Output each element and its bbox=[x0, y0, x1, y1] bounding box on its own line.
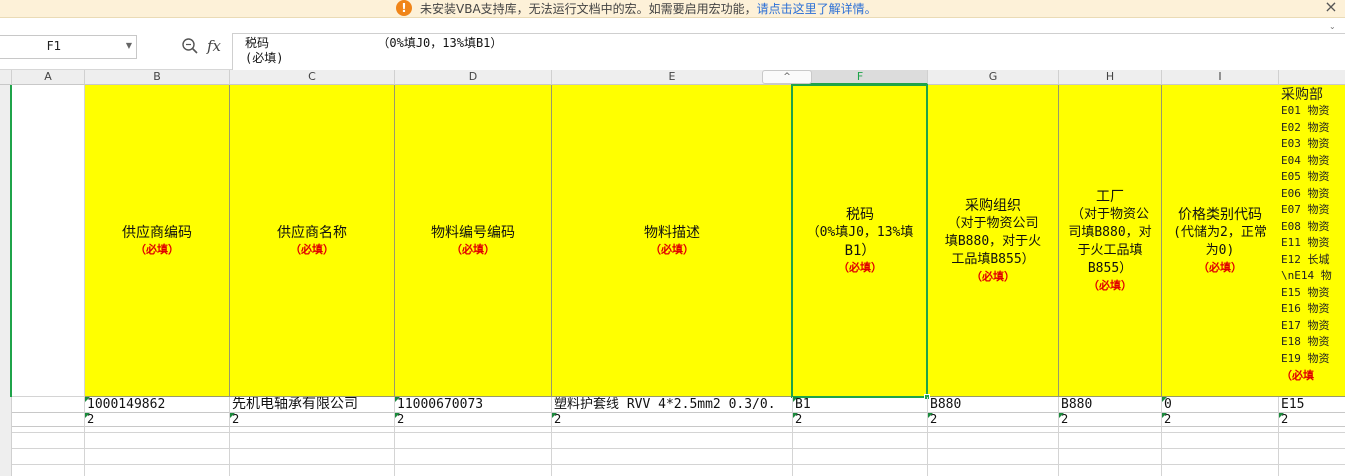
cell-b1[interactable]: 供应商编码 （必填） bbox=[85, 85, 230, 397]
cell-a2[interactable] bbox=[12, 397, 85, 413]
cell-a1[interactable] bbox=[12, 85, 85, 397]
grid-line bbox=[1161, 427, 1162, 476]
cell-g3[interactable]: 2 bbox=[928, 413, 1059, 427]
cell-c1[interactable]: 供应商名称 （必填） bbox=[230, 85, 395, 397]
purchase-dept-item: E02 物资 bbox=[1281, 120, 1330, 134]
grid-line bbox=[229, 427, 230, 476]
purchase-dept-item: E05 物资 bbox=[1281, 170, 1330, 183]
warning-icon: ! bbox=[396, 0, 412, 16]
cell-g1[interactable]: 采购组织 （对于物资公司 填B880，对于火 工品填B855） （必填） bbox=[928, 85, 1059, 397]
cell-g2[interactable]: B880 bbox=[928, 397, 1059, 413]
active-cell-selection bbox=[791, 84, 928, 398]
grid-line bbox=[1278, 427, 1279, 476]
function-icon[interactable]: fx bbox=[207, 37, 221, 55]
name-box[interactable]: F1 ▼ bbox=[0, 35, 137, 59]
col-header-h[interactable]: H bbox=[1059, 70, 1162, 85]
purchase-dept-item: E18 物资 bbox=[1281, 335, 1330, 348]
col-header-j[interactable] bbox=[1279, 70, 1345, 85]
cell-h1[interactable]: 工厂 （对于物资公 司填B880，对 于火工品填 B855） （必填） bbox=[1059, 85, 1162, 397]
purchase-dept-item: E17 物资 bbox=[1281, 318, 1330, 332]
purchase-dept-item: E16 物资 bbox=[1281, 302, 1330, 315]
cell-c3[interactable]: 2 bbox=[230, 413, 395, 427]
warning-message: 未安装VBA支持库，无法运行文档中的宏。如需要启用宏功能，请点击这里了解详情。 bbox=[420, 2, 877, 16]
collapse-columns-button[interactable]: ^ bbox=[762, 70, 812, 84]
cell-h2[interactable]: B880 bbox=[1059, 397, 1162, 413]
cell-j2[interactable]: E15 bbox=[1279, 397, 1345, 413]
cell-h3[interactable]: 2 bbox=[1059, 413, 1162, 427]
purchase-dept-item: E04 物资 bbox=[1281, 153, 1330, 167]
cell-j3[interactable]: 2 bbox=[1279, 413, 1345, 427]
purchase-dept-item: E15 物资 bbox=[1281, 285, 1330, 299]
zoom-icon[interactable] bbox=[181, 37, 199, 55]
cell-i2[interactable]: 0 bbox=[1162, 397, 1279, 413]
cell-a3[interactable] bbox=[12, 413, 85, 427]
macro-help-link[interactable]: 请点击这里了解详情。 bbox=[757, 2, 877, 16]
col-header-a[interactable]: A bbox=[12, 70, 85, 85]
purchase-dept-item: E07 物资 bbox=[1281, 203, 1330, 216]
purchase-dept-item: E19 物资 bbox=[1281, 351, 1330, 365]
grid-line bbox=[394, 427, 395, 476]
grid-line bbox=[927, 427, 928, 476]
grid-line bbox=[792, 427, 793, 476]
purchase-dept-item: E11 物资 bbox=[1281, 236, 1330, 249]
purchase-dept-list: E01 物资 E02 物资 E03 物资 E04 物资 E05 物资 E06 物资 E07 … bbox=[1281, 103, 1345, 367]
purchase-dept-item: E06 物资 bbox=[1281, 186, 1330, 200]
cell-i3[interactable]: 2 bbox=[1162, 413, 1279, 427]
chevron-down-icon[interactable]: ▼ bbox=[126, 36, 132, 56]
select-all-corner[interactable] bbox=[0, 70, 12, 85]
expand-formula-icon[interactable]: ⌄ bbox=[1329, 22, 1336, 31]
purchase-dept-item: E03 物资 bbox=[1281, 137, 1330, 150]
col-header-b[interactable]: B bbox=[85, 70, 230, 85]
col-header-e[interactable]: E bbox=[552, 70, 793, 85]
cell-c2[interactable]: 先机电轴承有限公司 bbox=[230, 397, 395, 413]
formula-input[interactable]: 税码 （0%填J0，13%填B1） (必填) bbox=[232, 33, 1345, 74]
cell-i1[interactable]: 价格类别代码 (代储为2，正常 为0) （必填） bbox=[1162, 85, 1279, 397]
cell-e3[interactable]: 2 bbox=[552, 413, 793, 427]
close-icon[interactable]: × bbox=[1323, 0, 1339, 15]
cell-e1[interactable]: 物料描述 （必填） bbox=[552, 85, 793, 397]
cell-b2[interactable]: 1000149862 bbox=[85, 397, 230, 413]
purchase-dept-item: \nE14 物 bbox=[1281, 269, 1332, 282]
grid-line bbox=[12, 432, 1345, 433]
col-header-c[interactable]: C bbox=[230, 70, 395, 85]
col-header-d[interactable]: D bbox=[395, 70, 552, 85]
cell-d3[interactable]: 2 bbox=[395, 413, 552, 427]
col-header-f[interactable]: F bbox=[793, 70, 928, 85]
cell-e2[interactable]: 塑料护套线 RVV 4*2.5mm2 0.3/0. bbox=[552, 397, 793, 413]
purchase-dept-item: E08 物资 bbox=[1281, 219, 1330, 233]
cell-j1[interactable]: 采购部 E01 物资 E02 物资 E03 物资 E04 物资 E05 物资 E06 物资… bbox=[1278, 85, 1345, 397]
cell-d1[interactable]: 物料编号编码 （必填） bbox=[395, 85, 552, 397]
cell-d2[interactable]: 11000670073 bbox=[395, 397, 552, 413]
cell-f3[interactable]: 2 bbox=[793, 413, 928, 427]
purchase-dept-item: E12 长城 bbox=[1281, 252, 1330, 266]
cell-b3[interactable]: 2 bbox=[85, 413, 230, 427]
formula-bar: F1 ▼ fx 税码 （0%填J0，13%填B1） (必填) ⌄ bbox=[0, 18, 1345, 74]
cell-f2[interactable]: B1 bbox=[793, 397, 928, 413]
purchase-dept-item: E01 物资 bbox=[1281, 104, 1330, 117]
grid-line bbox=[12, 448, 1345, 449]
col-header-g[interactable]: G bbox=[928, 70, 1059, 85]
grid-line bbox=[551, 427, 552, 476]
grid-line bbox=[1058, 427, 1059, 476]
grid-line bbox=[12, 464, 1345, 465]
col-header-i[interactable]: I bbox=[1162, 70, 1279, 85]
grid-line bbox=[84, 427, 85, 476]
macro-warning-bar: ! 未安装VBA支持库，无法运行文档中的宏。如需要启用宏功能，请点击这里了解详情… bbox=[0, 0, 1345, 18]
